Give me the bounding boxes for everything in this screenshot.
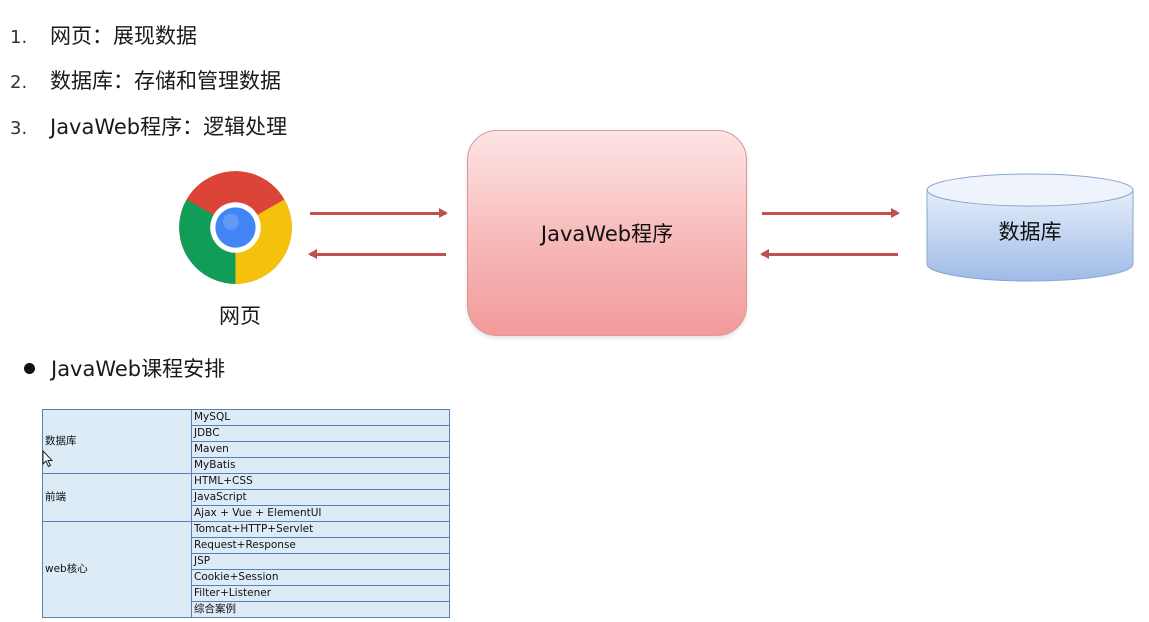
intro-item-text: JavaWeb程序：逻辑处理 <box>50 115 288 139</box>
intro-item-2: 2. 数据库：存储和管理数据 <box>10 66 281 96</box>
table-row: 前端 HTML+CSS <box>42 473 450 522</box>
intro-item-number: 2. <box>10 72 28 93</box>
topic-cell: 综合案例 <box>191 601 450 618</box>
browser-label: 网页 <box>219 304 261 328</box>
intro-item-1: 1. 网页：展现数据 <box>10 21 197 51</box>
course-schedule-table: 数据库 MySQL JDBC Maven MyBatis 前端 HTML+CSS… <box>42 409 450 618</box>
topic-cell: Tomcat+HTTP+Servlet <box>191 521 450 538</box>
topic-cell: MySQL <box>191 409 450 426</box>
table-row: web核心 Tomcat+HTTP+Servlet <box>42 521 450 618</box>
intro-item-text: 网页：展现数据 <box>50 24 197 48</box>
schedule-heading-text: JavaWeb课程安排 <box>51 357 226 381</box>
intro-item-number: 3. <box>10 118 28 139</box>
arrow-server-to-database <box>762 208 900 218</box>
topic-cell: Request+Response <box>191 537 450 554</box>
bullet-dot-icon <box>24 363 35 374</box>
topic-cell: JavaScript <box>191 489 450 506</box>
topic-cell: Maven <box>191 441 450 458</box>
arrow-browser-to-server <box>310 208 448 218</box>
schedule-heading: JavaWeb课程安排 <box>24 354 225 384</box>
category-cell: web核心 <box>42 521 192 618</box>
topic-cell: Filter+Listener <box>191 585 450 602</box>
topic-cell: JDBC <box>191 425 450 442</box>
topic-cell: HTML+CSS <box>191 473 450 490</box>
arrow-server-to-browser <box>308 249 446 259</box>
intro-item-text: 数据库：存储和管理数据 <box>50 69 281 93</box>
topic-cell: JSP <box>191 553 450 570</box>
topic-cell: MyBatis <box>191 457 450 474</box>
database-label: 数据库 <box>998 220 1062 244</box>
javaweb-program-box: JavaWeb程序 <box>467 130 747 336</box>
topic-cell: Ajax + Vue + ElementUI <box>191 505 450 522</box>
mouse-pointer-icon <box>42 450 54 468</box>
topic-cell: Cookie+Session <box>191 569 450 586</box>
table-row: 数据库 MySQL <box>42 409 450 474</box>
category-cell: 前端 <box>42 473 192 522</box>
intro-item-3: 3. JavaWeb程序：逻辑处理 <box>10 112 287 142</box>
chrome-icon <box>179 171 292 284</box>
arrow-database-to-server <box>760 249 898 259</box>
intro-item-number: 1. <box>10 27 28 48</box>
server-label: JavaWeb程序 <box>540 222 674 246</box>
category-cell: 数据库 <box>42 409 192 474</box>
